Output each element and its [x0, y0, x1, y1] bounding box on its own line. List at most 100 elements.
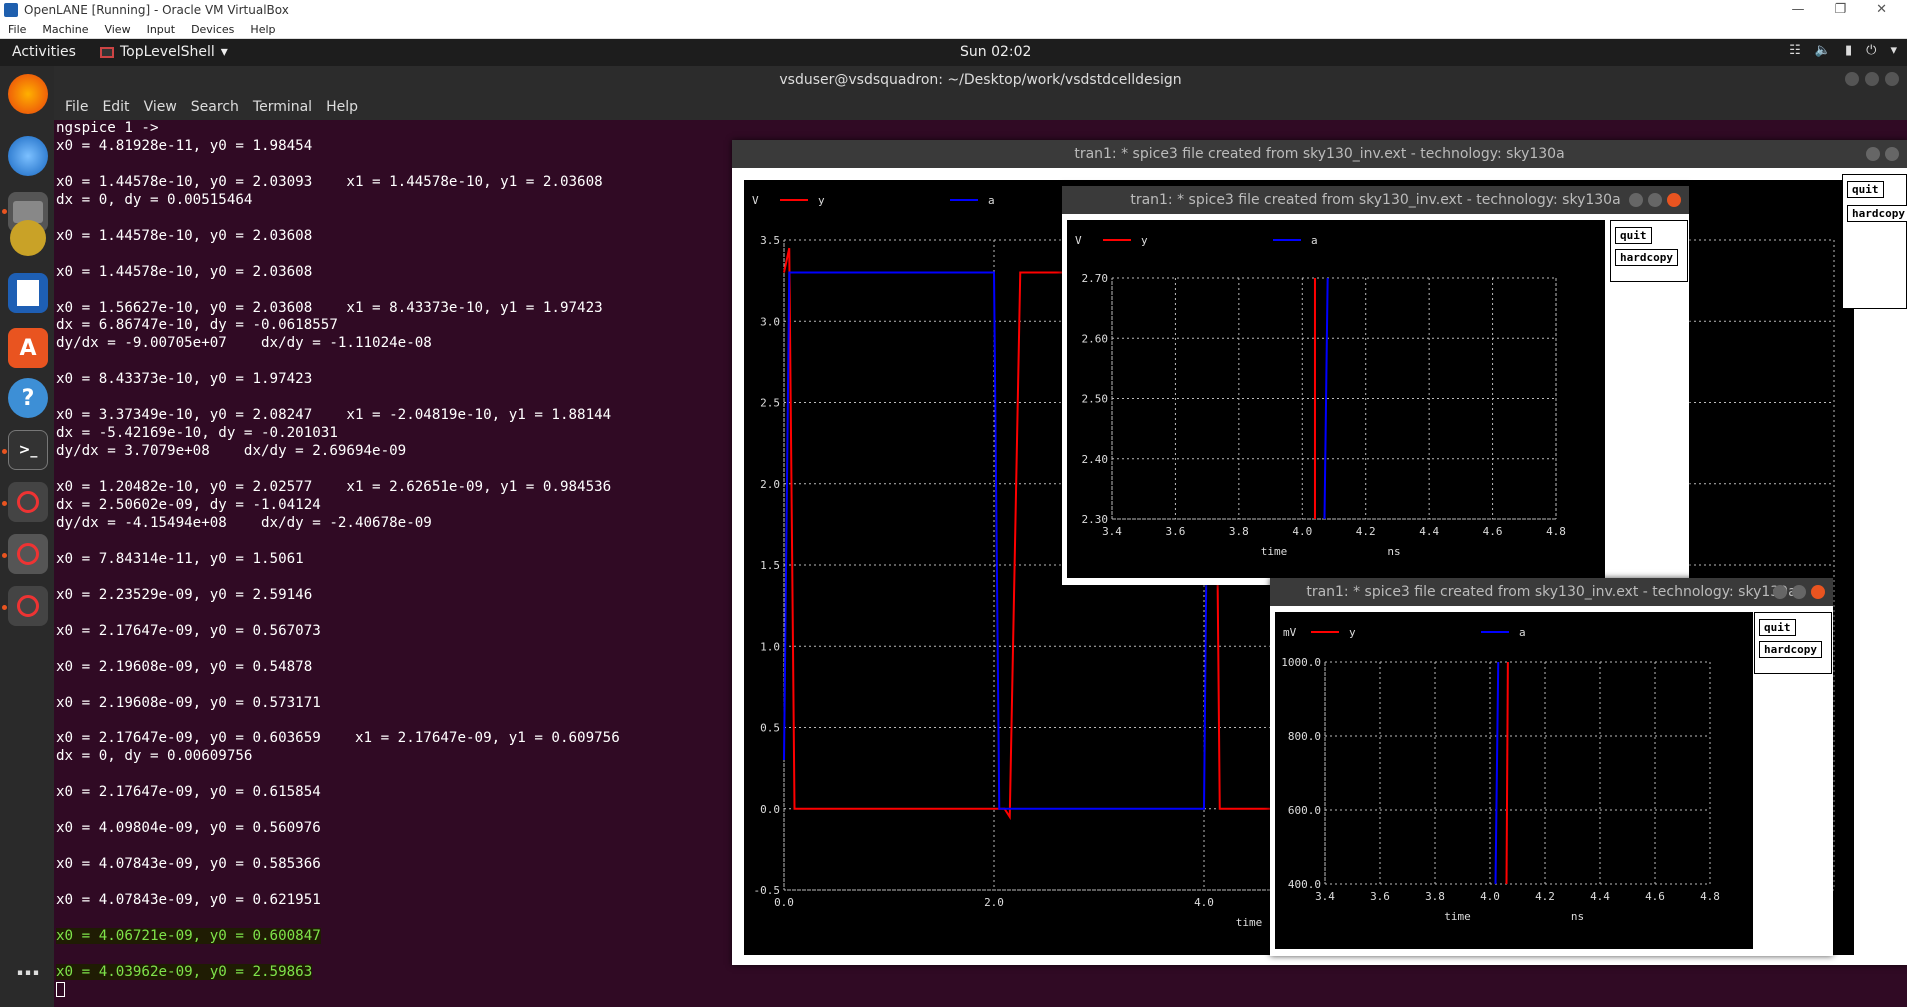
terminal-menu-help[interactable]: Help — [319, 99, 365, 115]
system-tray[interactable]: ☷ 🔈 ▮ ⏻ ▾ — [1789, 43, 1897, 58]
vbox-menu-devices[interactable]: Devices — [183, 23, 242, 36]
minimize-icon[interactable]: — — [1791, 2, 1804, 17]
plot-window-zoom1[interactable]: tran1: * spice3 file created from sky130… — [1062, 186, 1689, 585]
plot-window-zoom2[interactable]: tran1: * spice3 file created from sky130… — [1270, 578, 1833, 956]
close-icon[interactable] — [1667, 193, 1681, 207]
maximize-icon[interactable] — [1792, 585, 1806, 599]
x-axis-label: time — [1261, 545, 1288, 558]
window-controls — [1773, 585, 1825, 599]
minimize-icon[interactable] — [1845, 72, 1859, 86]
plot-frame — [1324, 661, 1711, 885]
x-tick-label: 3.8 — [1229, 525, 1249, 538]
x-tick-label: 4.0 — [1292, 525, 1312, 538]
quit-button[interactable]: quit — [1759, 619, 1796, 636]
thunderbird-icon[interactable] — [8, 136, 48, 176]
close-icon[interactable] — [1811, 585, 1825, 599]
plot-title: tran1: * spice3 file created from sky130… — [1306, 584, 1797, 600]
blocked-app-icon[interactable] — [8, 534, 48, 574]
close-icon[interactable]: ✕ — [1876, 2, 1887, 17]
terminal-menu-view[interactable]: View — [137, 99, 184, 115]
window-controls — [1629, 193, 1681, 207]
terminal-output[interactable]: ngspice 1 -> x0 = 4.81928e-11, y0 = 1.984… — [56, 120, 620, 1000]
running-indicator — [2, 449, 7, 454]
blocked-app-icon[interactable] — [8, 586, 48, 626]
minimize-icon[interactable] — [1629, 193, 1643, 207]
terminal-line: dy/dx = 3.7079e+08 dx/dy = 2.69694e-09 — [56, 443, 407, 460]
vbox-menu-view[interactable]: View — [96, 23, 138, 36]
app-menu[interactable]: TopLevelShell ▾ — [100, 44, 228, 60]
terminal-line: x0 = 1.44578e-10, y0 = 2.03608 — [56, 263, 313, 280]
clock[interactable]: Sun 02:02 — [960, 44, 1031, 60]
quit-button[interactable]: quit — [1847, 181, 1884, 198]
terminal-line: x0 = 1.56627e-10, y0 = 2.03608 x1 = 8.43… — [56, 299, 603, 316]
terminal-line: x0 = 2.17647e-09, y0 = 0.603659 x1 = 2.1… — [56, 730, 620, 747]
maximize-icon[interactable] — [1648, 193, 1662, 207]
vbox-menu-help[interactable]: Help — [242, 23, 283, 36]
plot-canvas-zoom1[interactable]: 3.4 3.6 3.8 4.0 4.2 4.4 4.6 4.8 2.30 2.40 2.50 2.60… — [1067, 220, 1605, 578]
x-tick-label: 4.4 — [1590, 890, 1610, 903]
maximize-icon[interactable]: ❐ — [1834, 2, 1846, 17]
firefox-icon[interactable] — [8, 74, 48, 114]
terminal-icon[interactable]: >_ — [8, 430, 48, 470]
vbox-menu-machine[interactable]: Machine — [34, 23, 96, 36]
terminal-prompt-line[interactable] — [56, 982, 620, 1000]
legend-label: y — [1349, 626, 1356, 639]
quit-button[interactable]: quit — [1615, 227, 1652, 244]
maximize-icon[interactable] — [1865, 72, 1879, 86]
terminal-line: dx = 0, dy = 0.00609756 — [56, 748, 253, 765]
hardcopy-button[interactable]: hardcopy — [1615, 249, 1678, 266]
rhythmbox-icon[interactable] — [10, 220, 46, 256]
software-icon[interactable]: A — [8, 328, 48, 368]
activities-button[interactable]: Activities — [12, 44, 76, 60]
app-grid-icon[interactable]: ⋯ — [8, 953, 48, 993]
y-tick-label: 0.5 — [760, 722, 780, 735]
y-axis-label: mV — [1283, 626, 1297, 639]
x-axis-unit: ns — [1571, 910, 1584, 923]
y-axis-label: V — [752, 194, 759, 207]
y-tick-label: 2.0 — [760, 478, 780, 491]
terminal-line: dy/dx = -4.15494e+08 dx/dy = -2.40678e-0… — [56, 514, 432, 531]
network-icon: ☷ — [1789, 43, 1801, 58]
plot-svg: 3.4 3.6 3.8 4.0 4.2 4.4 4.6 4.8 400.0 600.0 800.0 1… — [1281, 626, 1720, 923]
y-tick-label: 600.0 — [1288, 804, 1321, 817]
terminal-line: x0 = 2.19608e-09, y0 = 0.54878 — [56, 658, 313, 675]
legend-label: y — [818, 194, 825, 207]
terminal-menu-file[interactable]: File — [58, 99, 95, 115]
plot-button-panel: quit hardcopy — [1842, 174, 1907, 309]
terminal-line: x0 = 4.03962e-09, y0 = 2.59863 — [56, 963, 620, 982]
y-tick-label: 2.30 — [1082, 513, 1109, 526]
terminal-menu-terminal[interactable]: Terminal — [246, 99, 319, 115]
hardcopy-button[interactable]: hardcopy — [1759, 641, 1822, 658]
writer-icon[interactable] — [8, 273, 48, 313]
vbox-menu-file[interactable]: File — [0, 23, 34, 36]
x-tick-label: 4.6 — [1483, 525, 1503, 538]
plot-canvas-zoom2[interactable]: 3.4 3.6 3.8 4.0 4.2 4.4 4.6 4.8 400.0 600.0 800.0 1… — [1275, 612, 1753, 949]
terminal-line: dx = 0, dy = 0.00515464 — [56, 191, 253, 208]
legend-label: a — [988, 194, 995, 207]
maximize-icon[interactable] — [1885, 147, 1899, 161]
terminal-menu-search[interactable]: Search — [184, 99, 246, 115]
blocked-app-icon[interactable] — [8, 482, 48, 522]
minimize-icon[interactable] — [1773, 585, 1787, 599]
x-tick-label: 3.4 — [1102, 525, 1122, 538]
y-tick-label: 2.5 — [760, 397, 780, 410]
y-tick-label: 3.0 — [760, 315, 780, 328]
hardcopy-button[interactable]: hardcopy — [1847, 205, 1907, 222]
close-icon[interactable] — [1885, 72, 1899, 86]
minimize-icon[interactable] — [1866, 147, 1880, 161]
terminal-line: dx = -5.42169e-10, dy = -0.201031 — [56, 425, 338, 442]
vbox-menu-input[interactable]: Input — [139, 23, 183, 36]
terminal-menu-edit[interactable]: Edit — [95, 99, 136, 115]
x-tick-label: 4.0 — [1480, 890, 1500, 903]
terminal-line: x0 = 2.17647e-09, y0 = 0.615854 — [56, 784, 321, 801]
y-tick-label: 2.50 — [1082, 393, 1109, 406]
help-icon[interactable]: ? — [8, 378, 48, 418]
plot-titlebar: tran1: * spice3 file created from sky130… — [1270, 578, 1833, 606]
